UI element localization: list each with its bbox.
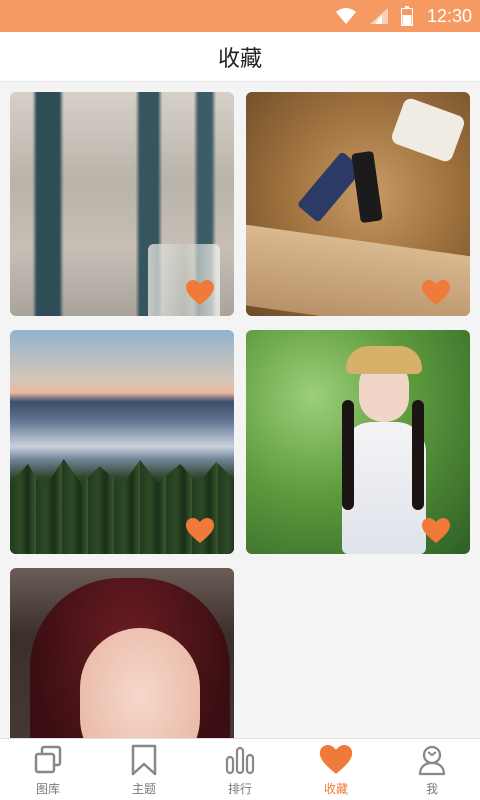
tab-profile[interactable]: 我 xyxy=(390,739,474,800)
tab-label: 我 xyxy=(425,781,438,796)
status-bar: 12:30 xyxy=(0,0,480,32)
clock: 12:30 xyxy=(426,5,472,26)
tab-label: 收藏 xyxy=(323,781,348,796)
favorite-photo-card[interactable] xyxy=(246,92,470,316)
page-title: 收藏 xyxy=(217,46,262,72)
bookmark-icon xyxy=(127,743,161,777)
signal-icon xyxy=(369,7,389,25)
battery-icon xyxy=(400,6,413,26)
gallery-icon xyxy=(31,743,65,777)
tab-favorites[interactable]: 收藏 xyxy=(294,739,378,800)
profile-icon xyxy=(415,743,449,777)
app-header: 收藏 xyxy=(0,32,480,82)
favorite-photo-card[interactable] xyxy=(246,330,470,554)
tab-label: 排行 xyxy=(227,781,252,796)
heart-icon[interactable] xyxy=(422,280,450,306)
heart-icon[interactable] xyxy=(186,518,214,544)
heart-icon[interactable] xyxy=(186,280,214,306)
tab-label: 图库 xyxy=(35,781,60,796)
tab-gallery[interactable]: 图库 xyxy=(6,739,90,800)
heart-icon[interactable] xyxy=(422,518,450,544)
wifi-icon xyxy=(335,7,357,25)
heart-icon xyxy=(319,743,353,777)
tab-label: 主题 xyxy=(131,781,156,796)
favorites-grid xyxy=(0,82,480,738)
favorite-photo-card[interactable] xyxy=(10,92,234,316)
tab-themes[interactable]: 主题 xyxy=(102,739,186,800)
ranking-icon xyxy=(223,743,257,777)
photo-portrait-red-hair xyxy=(10,568,234,738)
favorite-photo-card[interactable] xyxy=(10,330,234,554)
tab-ranking[interactable]: 排行 xyxy=(198,739,282,800)
favorite-photo-card[interactable] xyxy=(10,568,234,738)
bottom-tab-bar: 图库 主题 排行 收藏 我 xyxy=(0,738,480,800)
